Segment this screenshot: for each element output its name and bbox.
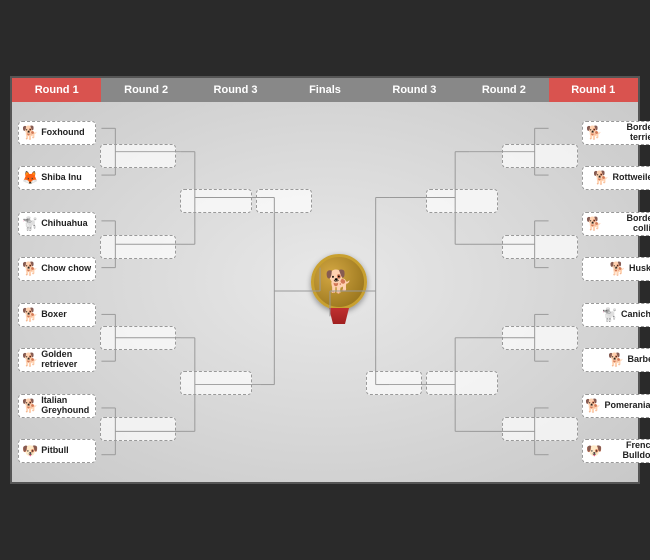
left-r3-slot-2[interactable] [180, 371, 252, 395]
dog-icon-pomeranian: 🐕 [585, 398, 601, 414]
right-r1: Border terrier🐕 Rottweiler🐕 Border colli… [580, 108, 650, 476]
header-round3-left: Round 3 [191, 78, 280, 102]
left-r3-slot-1[interactable] [180, 189, 252, 213]
right-r1-slot-1[interactable]: Border terrier🐕 [582, 121, 650, 145]
right-r1-slot-5[interactable]: Caniche🐩 [582, 303, 650, 327]
header-round1-right: Round 1 [549, 78, 638, 102]
left-r1-slot-4[interactable]: 🐕Chow chow [18, 257, 96, 281]
dog-icon-goldenretriever: 🐕 [22, 352, 38, 368]
right-r2-slot-1[interactable] [502, 144, 578, 168]
right-r2-slot-4[interactable] [502, 417, 578, 441]
left-r2 [98, 108, 178, 476]
medal-ribbon [329, 308, 349, 324]
left-r1-slot-8[interactable]: 🐶Pitbull [18, 439, 96, 463]
dog-icon-italiangreyhound: 🐕 [22, 398, 38, 414]
right-r2-slot-2[interactable] [502, 235, 578, 259]
left-r1-slot-6[interactable]: 🐕Golden retriever [18, 348, 96, 372]
left-r3 [178, 108, 254, 476]
right-r1-slot-2[interactable]: Rottweiler🐕 [582, 166, 650, 190]
right-r1-slot-7[interactable]: Pomeranian🐕 [582, 394, 650, 418]
dog-icon-barbet: 🐕 [608, 352, 624, 368]
left-r1-slot-1[interactable]: 🐕Foxhound [18, 121, 96, 145]
right-r2 [500, 108, 580, 476]
left-r2-slot-2[interactable] [100, 235, 176, 259]
left-r1: 🐕Foxhound 🦊Shiba Inu 🐩Chihuahua 🐕Chow ch… [16, 108, 98, 476]
header-row: Round 1 Round 2 Round 3 Finals Round 3 R… [12, 78, 638, 102]
finals-right-slot[interactable] [366, 371, 422, 395]
left-r1-slot-3[interactable]: 🐩Chihuahua [18, 212, 96, 236]
dog-icon-borderterrier: 🐕 [586, 125, 602, 141]
dog-icon-foxhound: 🐕 [22, 125, 38, 141]
header-finals: Finals [280, 78, 369, 102]
bracket-body: 🐕Foxhound 🦊Shiba Inu 🐩Chihuahua 🐕Chow ch… [12, 102, 638, 482]
left-r1-slot-7[interactable]: 🐕Italian Greyhound [18, 394, 96, 418]
right-finals [364, 108, 424, 476]
dog-icon-bordercollie: 🐕 [586, 216, 602, 232]
dog-icon-pitbull: 🐶 [22, 443, 38, 459]
medal-dog-icon: 🐕 [325, 269, 352, 295]
dog-icon-chowchow: 🐕 [22, 261, 38, 277]
dog-icon-frenchbulldog: 🐶 [586, 443, 602, 459]
left-r1-slot-2[interactable]: 🦊Shiba Inu [18, 166, 96, 190]
bracket-container: Round 1 Round 2 Round 3 Finals Round 3 R… [10, 76, 640, 484]
left-r1-slot-5[interactable]: 🐕Boxer [18, 303, 96, 327]
dog-icon-caniche: 🐩 [602, 307, 618, 323]
right-r1-slot-6[interactable]: Barbet🐕 [582, 348, 650, 372]
right-r1-slot-8[interactable]: French Bulldog🐶 [582, 439, 650, 463]
left-finals [254, 108, 314, 476]
header-round2-left: Round 2 [101, 78, 190, 102]
finals-left-slot[interactable] [256, 189, 312, 213]
header-round3-right: Round 3 [370, 78, 459, 102]
right-r1-slot-4[interactable]: Husky🐕 [582, 257, 650, 281]
header-round1-left: Round 1 [12, 78, 101, 102]
right-r2-slot-3[interactable] [502, 326, 578, 350]
header-round2-right: Round 2 [459, 78, 548, 102]
right-r3-slot-2[interactable] [426, 371, 498, 395]
right-r3-slot-1[interactable] [426, 189, 498, 213]
right-r1-slot-3[interactable]: Border collie🐕 [582, 212, 650, 236]
dog-icon-shibainu: 🦊 [22, 170, 38, 186]
center-medal: 🐕 [314, 108, 364, 476]
medal: 🐕 [311, 254, 367, 310]
dog-icon-boxer: 🐕 [22, 307, 38, 323]
left-r2-slot-1[interactable] [100, 144, 176, 168]
dog-icon-chihuahua: 🐩 [22, 216, 38, 232]
right-r3 [424, 108, 500, 476]
left-r2-slot-4[interactable] [100, 417, 176, 441]
dog-icon-rottweiler: 🐕 [593, 170, 609, 186]
dog-icon-husky: 🐕 [610, 261, 626, 277]
left-r2-slot-3[interactable] [100, 326, 176, 350]
